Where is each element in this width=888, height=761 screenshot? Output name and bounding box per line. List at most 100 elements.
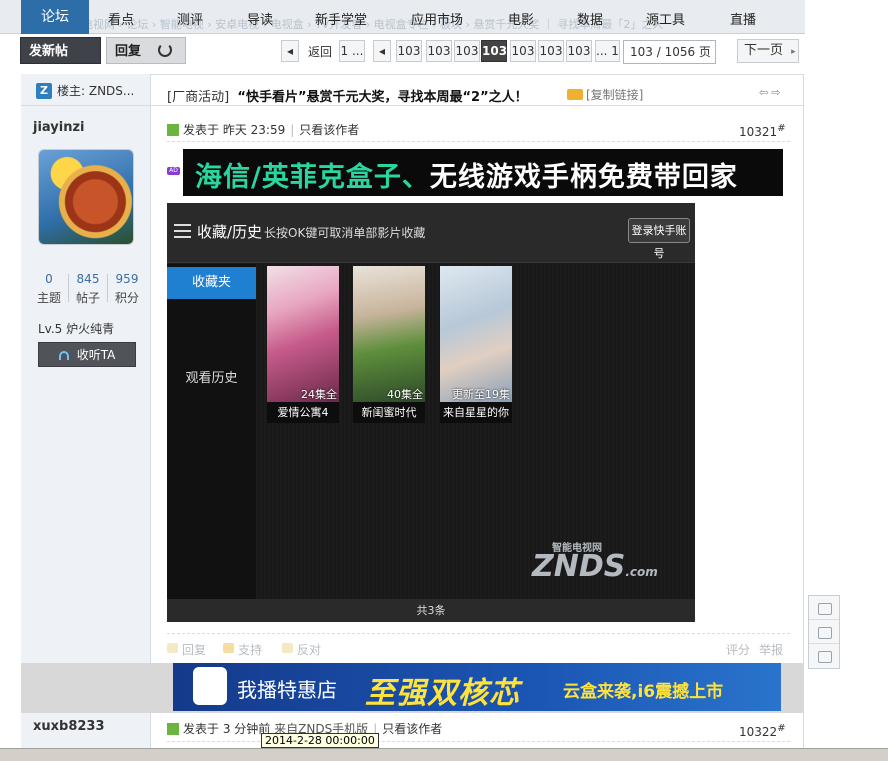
- post-author-name[interactable]: jiayinzi: [33, 120, 85, 135]
- posted-label: 发表于: [183, 722, 220, 736]
- reply-action[interactable]: 回复: [167, 641, 206, 657]
- ad-badge: AD: [167, 167, 180, 175]
- thread-title-text: “快手看片”悬赏千元大奖，寻找本周最“2”之人！: [237, 90, 528, 105]
- nav-item-tools[interactable]: 源工具: [646, 9, 685, 28]
- page-link[interactable]: 103: [510, 40, 536, 62]
- ad-subline: 云盒来袭,i6震撼上市: [563, 682, 724, 702]
- floor-number: 10321: [739, 125, 778, 139]
- author-stats: 0 主题 845 帖子 959 积分: [30, 272, 146, 306]
- stat-points[interactable]: 959 积分: [108, 272, 146, 306]
- window-bottom-bar: [0, 748, 888, 761]
- page-link[interactable]: 103: [426, 40, 452, 62]
- floor-number: 10322: [739, 725, 778, 739]
- time-tooltip: 2014-2-28 00:00:00: [261, 733, 379, 748]
- page-link[interactable]: 103: [538, 40, 564, 62]
- tv-header: 收藏/历史 长按OK键可取消单部影片收藏 登录快手账号: [167, 203, 695, 263]
- stat-value: 959: [115, 272, 139, 286]
- new-post-button[interactable]: 发新帖: [20, 37, 101, 84]
- tv-menu-history: 观看历史: [185, 371, 238, 386]
- nav-item-xinshou[interactable]: 新手学堂: [315, 9, 367, 28]
- poster-badge: 24集全: [301, 388, 337, 401]
- page-link[interactable]: ... 1: [595, 40, 620, 62]
- author-only-link[interactable]: 只看该作者: [382, 722, 442, 736]
- tv-menu-favorites: 收藏夹: [167, 267, 256, 299]
- ad-shop-name: 我播特惠店: [237, 678, 337, 702]
- post-meta: 发表于 昨天 23:59 | 只看该作者: [167, 121, 359, 138]
- new-post-label: 发新帖: [29, 44, 69, 59]
- avatar[interactable]: [38, 149, 134, 245]
- reply-button[interactable]: 回复: [106, 37, 186, 64]
- prev-arrow-icon[interactable]: ◂: [281, 40, 299, 62]
- stat-value: 845: [76, 272, 100, 286]
- ad-banner-gamepad[interactable]: 海信/英菲克盒子、无线游戏手柄免费带回家: [183, 149, 783, 196]
- back-link[interactable]: 返回: [308, 43, 332, 60]
- nav-item-ceping[interactable]: 测评: [177, 9, 203, 28]
- poster-badge: 更新至19集: [452, 388, 510, 401]
- poster-image: [440, 266, 512, 402]
- nav-item-market[interactable]: 应用市场: [411, 9, 463, 28]
- reply-label: 回复: [115, 44, 142, 59]
- post-author-name[interactable]: xuxb8233: [33, 719, 105, 734]
- thread-toolbar: 发新帖 回复 ◂ 返回 1 ... ◂ 103 103 103 103 103 …: [20, 37, 805, 84]
- headphones-icon: [58, 351, 69, 360]
- thread-tag[interactable]: [厂商活动]: [167, 90, 229, 105]
- top-nav: 智能电视网 › 论坛 › 智能电视 › 安卓电视 › 电视盒 › TV开发者 ›…: [0, 0, 805, 34]
- nav-item-movie[interactable]: 电影: [508, 9, 534, 28]
- oppose-action[interactable]: 反对: [282, 641, 321, 657]
- tv-login-button: 登录快手账号: [628, 218, 690, 260]
- wobo-brand: WOBO: [199, 695, 224, 703]
- page-link[interactable]: 103: [566, 40, 592, 62]
- follow-button[interactable]: 收听TA: [38, 342, 136, 367]
- current-page: 103: [481, 40, 507, 62]
- page-link[interactable]: 1 ...: [339, 40, 365, 62]
- ad-banner-wobo[interactable]: WOBO 我播特惠店 至强双核芯 云盒来袭,i6震撼上市: [173, 663, 781, 711]
- stat-topics[interactable]: 0 主题: [30, 272, 68, 306]
- home-icon[interactable]: [809, 620, 839, 644]
- user-level: Lv.5 炉火纯青: [38, 322, 115, 336]
- nav-item-kandian[interactable]: 看点: [108, 9, 134, 28]
- op-label[interactable]: 楼主: ZNDS...: [57, 82, 134, 99]
- stat-value: 0: [45, 272, 53, 286]
- page-link[interactable]: 103: [454, 40, 480, 62]
- tv-screenshot[interactable]: 收藏/历史 长按OK键可取消单部影片收藏 登录快手账号 收藏夹 观看历史 24集…: [167, 203, 695, 622]
- tv-footer: 共3条: [167, 599, 695, 622]
- comment-icon[interactable]: [809, 596, 839, 620]
- rate-action[interactable]: 评分: [726, 641, 750, 658]
- list-icon[interactable]: [809, 644, 839, 668]
- follow-label: 收听TA: [76, 348, 116, 362]
- stat-label: 帖子: [75, 291, 100, 305]
- post-floor[interactable]: 10322#: [739, 723, 786, 739]
- nav-item-daodu[interactable]: 导读: [247, 9, 273, 28]
- thread-nav-arrows[interactable]: ⇦⇨: [759, 86, 783, 99]
- nav-item-data[interactable]: 数据: [577, 9, 603, 28]
- page-link[interactable]: 103: [396, 40, 422, 62]
- poster-badge: 40集全: [387, 388, 423, 401]
- chevron-right-icon: ▸: [791, 47, 796, 57]
- page: 智能电视网 › 论坛 › 智能电视 › 安卓电视 › 电视盒 › TV开发者 ›…: [0, 0, 888, 761]
- author-only-link[interactable]: 只看该作者: [299, 123, 359, 137]
- nav-item-live[interactable]: 直播: [730, 9, 756, 28]
- tv-poster: 24集全 爱情公寓4: [267, 266, 339, 423]
- author-online-icon: [167, 723, 179, 735]
- page-jump-input[interactable]: 103 / 1056 页: [623, 40, 716, 64]
- support-action[interactable]: 支持: [223, 641, 262, 657]
- stat-label: 积分: [114, 291, 139, 305]
- stat-label: 主题: [36, 291, 61, 305]
- thread-title: [厂商活动] “快手看片”悬赏千元大奖，寻找本周最“2”之人！: [167, 86, 528, 105]
- next-page-button[interactable]: 下一页 ▸: [737, 39, 799, 63]
- thumbs-down-icon: [282, 643, 293, 653]
- refresh-icon: [157, 43, 172, 57]
- tv-side-menu: 收藏夹 观看历史: [167, 264, 256, 599]
- znds-logo-icon: Z: [36, 83, 52, 99]
- post-time: 昨天 23:59: [222, 123, 286, 137]
- copy-link[interactable]: [复制链接]: [567, 86, 643, 103]
- poster-image: [353, 266, 425, 402]
- poster-image: [267, 266, 339, 402]
- nav-forum[interactable]: 论坛: [21, 0, 89, 34]
- tv-hint: 长按OK键可取消单部影片收藏: [264, 226, 426, 240]
- prev-page-icon[interactable]: ◂: [373, 40, 391, 62]
- poster-title: 新闺蜜时代: [353, 402, 425, 423]
- post-floor[interactable]: 10321#: [739, 123, 786, 139]
- report-action[interactable]: 举报: [759, 641, 783, 658]
- stat-posts[interactable]: 845 帖子: [69, 272, 107, 306]
